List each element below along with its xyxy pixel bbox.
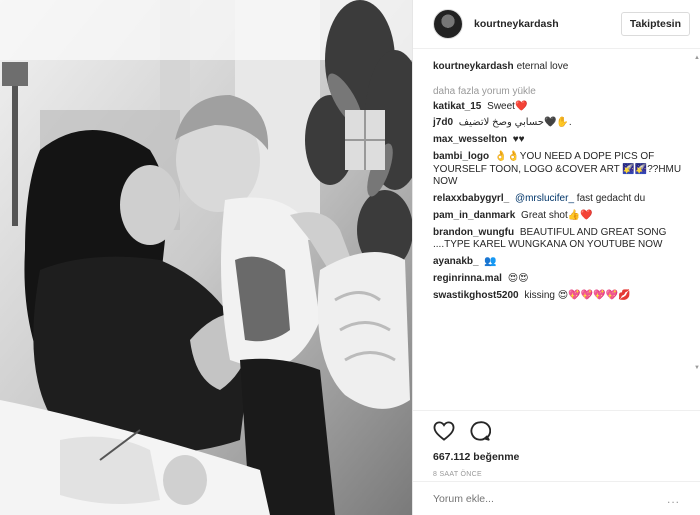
avatar[interactable] — [433, 9, 463, 39]
comment-text: 👥 — [484, 256, 497, 268]
comment-item: swastikghost5200 kissing 😍💖💖💖💖💋 — [433, 290, 690, 303]
comment-username[interactable]: brandon_wungfu — [433, 227, 514, 238]
comment-text: kissing 😍💖💖💖💖💋 — [524, 290, 631, 302]
comment-item: katikat_15 Sweet❤️ — [433, 101, 690, 114]
comment-username[interactable]: katikat_15 — [433, 101, 481, 112]
comment-item: j7d0 حسابي وصخ لاتضيف🖤✋. — [433, 117, 690, 130]
scroll-up-arrow-icon[interactable]: ▲ — [694, 55, 700, 61]
caption-text: eternal love — [516, 61, 569, 72]
post-sidebar: kourtneykardash Takiptesin kourtneykarda… — [412, 0, 700, 515]
comment-item: pam_in_danmark Great shot👍❤️ — [433, 210, 690, 223]
follow-button[interactable]: Takiptesin — [620, 12, 690, 36]
comment-item: brandon_wungfu BEAUTIFUL AND GREAT SONG … — [433, 227, 690, 252]
comment-item: ayanakb_ 👥 — [433, 256, 690, 269]
comment-item: reginrinna.mal 😍😍 — [433, 273, 690, 286]
post-photo[interactable] — [0, 0, 412, 515]
heart-icon[interactable] — [433, 421, 455, 441]
comment-text: ♥♥ — [512, 134, 525, 146]
comments-scrollbar[interactable]: ▲ ▼ — [694, 55, 700, 371]
photo-image — [0, 0, 412, 515]
comment-input[interactable] — [433, 492, 667, 505]
more-options-icon[interactable]: ... — [667, 492, 680, 506]
comment-username[interactable]: max_wesselton — [433, 134, 507, 145]
comment-mention-link[interactable]: @mrslucifer_ — [515, 193, 574, 204]
comment-username[interactable]: j7d0 — [433, 117, 453, 128]
author-username[interactable]: kourtneykardash — [474, 18, 621, 30]
comment-icon[interactable] — [469, 420, 491, 442]
comment-item: max_wesselton ♥♥ — [433, 134, 690, 147]
comment-text: Sweet❤️ — [487, 100, 528, 112]
comments-list: kourtneykardash eternal love daha fazla y… — [413, 49, 700, 410]
add-comment-bar: ... — [413, 481, 700, 515]
post-header: kourtneykardash Takiptesin — [413, 0, 700, 49]
comment-text: 😍😍 — [507, 273, 529, 285]
load-more-comments-link[interactable]: daha fazla yorum yükle — [433, 86, 690, 97]
comment-username[interactable]: swastikghost5200 — [433, 290, 519, 301]
comment-text: Great shot👍❤️ — [521, 209, 593, 221]
post-modal: kourtneykardash Takiptesin kourtneykarda… — [0, 0, 700, 515]
scroll-down-arrow-icon[interactable]: ▼ — [694, 365, 700, 371]
comment-username[interactable]: pam_in_danmark — [433, 210, 515, 221]
likes-count[interactable]: 667.112 beğenme — [433, 451, 684, 463]
caption-username[interactable]: kourtneykardash — [433, 61, 514, 72]
comment-text: fast gedacht du — [576, 193, 646, 205]
comment-item: relaxxbabygyrl_ @mrslucifer_ fast gedach… — [433, 193, 690, 206]
comment-username[interactable]: reginrinna.mal — [433, 273, 502, 284]
comment-text: حسابي وصخ لاتضيف🖤✋. — [458, 117, 572, 129]
action-icons — [433, 419, 684, 443]
post-timestamp: 8 SAAT ÖNCE — [433, 471, 482, 478]
comment-username[interactable]: ayanakb_ — [433, 256, 479, 267]
caption: kourtneykardash eternal love — [433, 61, 690, 74]
comment-username[interactable]: bambi_logo — [433, 151, 489, 162]
comment-username[interactable]: relaxxbabygyrl_ — [433, 193, 509, 204]
comment-item: bambi_logo 👌👌YOU NEED A DOPE PICS OF YOU… — [433, 151, 690, 189]
